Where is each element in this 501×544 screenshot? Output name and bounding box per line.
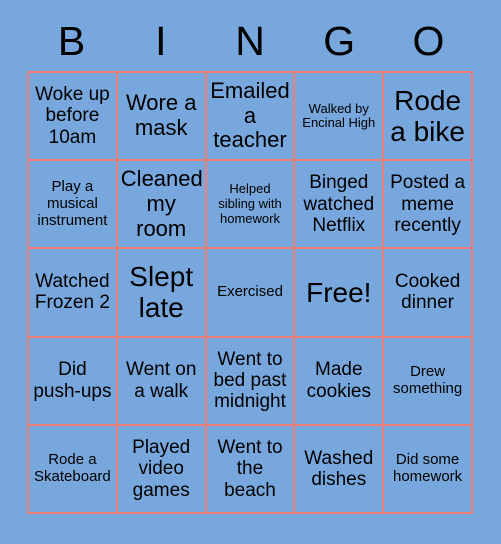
bingo-cell[interactable]: Drew something — [384, 337, 473, 426]
bingo-header-letter-g: G — [323, 18, 356, 64]
bingo-cell-label: Went to bed past midnight — [213, 348, 287, 413]
bingo-cell[interactable]: Woke up before 10am — [29, 73, 118, 162]
bingo-header: B I N G O — [27, 14, 473, 71]
bingo-cell-label: Binged watched Netflix — [303, 172, 375, 236]
bingo-cell-label: Did push-ups — [33, 359, 112, 402]
bingo-header-letter-n: N — [235, 18, 265, 64]
bingo-cell[interactable]: Rode a bike — [384, 73, 473, 162]
bingo-cell-label: Slept late — [129, 261, 194, 324]
bingo-cell[interactable]: Watched Frozen 2 — [29, 249, 118, 338]
bingo-cell[interactable]: Went to the beach — [206, 425, 296, 514]
bingo-cell[interactable]: Play a musical instrument — [29, 161, 118, 250]
bingo-header-letter-b: B — [57, 18, 86, 64]
bingo-cell[interactable]: Posted a meme recently — [384, 161, 473, 250]
bingo-cell-label: Watched Frozen 2 — [34, 271, 110, 314]
bingo-cell[interactable]: Went to bed past midnight — [206, 337, 296, 426]
bingo-cell[interactable]: Walked by Encinal High — [295, 73, 385, 162]
bingo-cell-label: Walked by Encinal High — [302, 100, 376, 131]
bingo-cell[interactable]: Wore a mask — [117, 73, 207, 162]
bingo-cell-label: Washed dishes — [304, 447, 374, 490]
bingo-cell[interactable]: Cooked dinner — [384, 249, 473, 338]
bingo-cell[interactable]: Washed dishes — [295, 425, 385, 514]
bingo-header-letter-i: I — [155, 18, 167, 64]
bingo-cell[interactable]: Made cookies — [295, 337, 385, 426]
bingo-free-label: Free! — [306, 276, 372, 308]
bingo-cell[interactable]: Slept late — [117, 249, 207, 338]
bingo-cell-label: Played video games — [132, 436, 191, 501]
bingo-cell-label: Emailed a teacher — [210, 78, 290, 153]
bingo-cell-label: Went to the beach — [217, 436, 283, 501]
bingo-cell[interactable]: Rode a Skateboard — [29, 425, 118, 514]
bingo-cell-label: Helped sibling with homework — [218, 181, 282, 226]
bingo-cell[interactable]: Binged watched Netflix — [295, 161, 385, 250]
bingo-grid: Woke up before 10am Wore a mask Emailed … — [27, 71, 473, 514]
bingo-cell-label: Rode a Skateboard — [34, 451, 111, 485]
bingo-cell-label: Made cookies — [306, 359, 371, 402]
bingo-cell-label: Posted a meme recently — [390, 172, 466, 236]
bingo-cell-label: Cooked dinner — [394, 271, 461, 314]
bingo-cell[interactable]: Helped sibling with homework — [206, 161, 296, 250]
bingo-cell-label: Wore a mask — [125, 90, 197, 141]
bingo-header-letter-o: O — [412, 18, 445, 64]
bingo-cell-label: Cleaned my room — [120, 166, 203, 241]
bingo-cell[interactable]: Played video games — [117, 425, 207, 514]
bingo-cell-label: Rode a bike — [390, 84, 465, 148]
bingo-cell[interactable]: Did push-ups — [29, 337, 118, 426]
bingo-free-cell[interactable]: Free! — [295, 249, 385, 338]
bingo-cell-label: Play a musical instrument — [37, 178, 108, 229]
bingo-cell-label: Went on a walk — [125, 359, 197, 402]
bingo-cell[interactable]: Went on a walk — [117, 337, 207, 426]
bingo-cell[interactable]: Cleaned my room — [117, 161, 207, 250]
bingo-cell-label: Exercised — [217, 283, 283, 301]
bingo-cell-label: Woke up before 10am — [35, 84, 110, 148]
bingo-cell-label: Drew something — [392, 362, 463, 397]
bingo-cell[interactable]: Exercised — [206, 249, 296, 338]
bingo-cell[interactable]: Did some homework — [384, 425, 473, 514]
bingo-cell[interactable]: Emailed a teacher — [206, 73, 296, 162]
bingo-card: B I N G O Woke up before 10am Wore a mas… — [0, 0, 501, 544]
bingo-cell-label: Did some homework — [392, 451, 463, 485]
